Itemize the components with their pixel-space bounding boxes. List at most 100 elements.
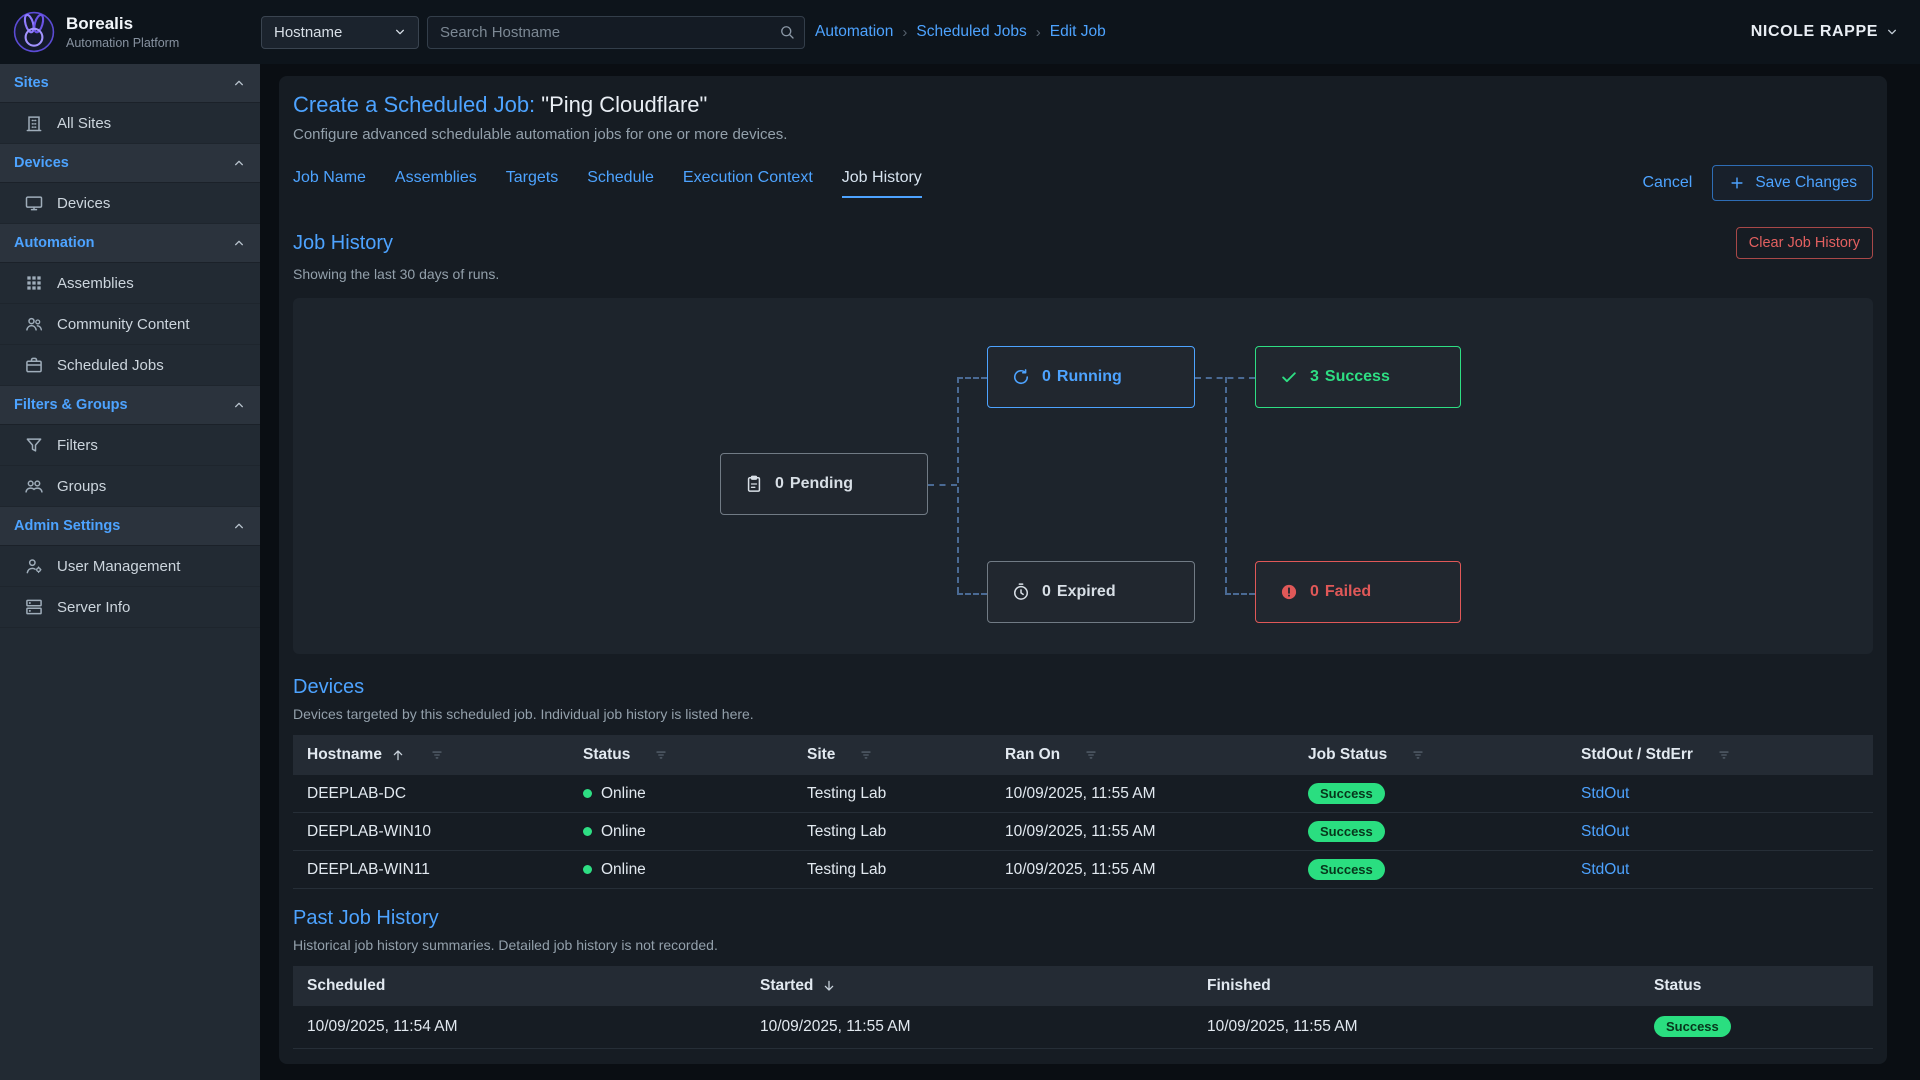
status-badge: Success [1308, 859, 1385, 880]
page-title-prefix: Create a Scheduled Job: [293, 92, 535, 117]
column-header-site[interactable]: Site [793, 735, 991, 775]
tab-job-name[interactable]: Job Name [293, 169, 366, 198]
sidebar-section-filters-groups[interactable]: Filters & Groups [0, 386, 260, 425]
column-header-status[interactable]: Status [569, 735, 793, 775]
job-flow-diagram: 0Pending 0Running 3Success 0Expired 0Fai… [293, 298, 1873, 654]
sidebar-item-server-info[interactable]: Server Info [0, 587, 260, 628]
hostname-select[interactable]: Hostname [261, 16, 419, 49]
user-name: NICOLE RAPPE [1751, 23, 1878, 41]
past-history-header-row: Past Job History [293, 907, 1873, 930]
flow-node-failed: 0Failed [1255, 561, 1461, 623]
save-changes-button[interactable]: Save Changes [1712, 165, 1873, 201]
cancel-button[interactable]: Cancel [1643, 174, 1693, 192]
sidebar-item-all-sites[interactable]: All Sites [0, 103, 260, 144]
column-label: StdOut / StdErr [1581, 746, 1693, 764]
past-history-table-header: Scheduled Started Finished Status [293, 966, 1873, 1006]
search-input[interactable] [427, 16, 805, 49]
sidebar-item-filters[interactable]: Filters [0, 425, 260, 466]
breadcrumb-link-edit-job[interactable]: Edit Job [1050, 23, 1106, 41]
sidebar-item-devices[interactable]: Devices [0, 183, 260, 224]
filter-icon[interactable] [1717, 748, 1731, 762]
sidebar-item-user-management[interactable]: User Management [0, 546, 260, 587]
column-header-status[interactable]: Status [1640, 966, 1873, 1006]
filter-icon[interactable] [1084, 748, 1098, 762]
column-header-started[interactable]: Started [746, 966, 1193, 1006]
tab-targets[interactable]: Targets [506, 169, 558, 198]
breadcrumb-link-scheduled-jobs[interactable]: Scheduled Jobs [916, 23, 1026, 41]
cell-site: Testing Lab [793, 813, 991, 851]
column-header-ran-on[interactable]: Ran On [991, 735, 1294, 775]
expired-count: 0 [1042, 583, 1051, 601]
brand-text: Borealis Automation Platform [66, 14, 179, 50]
user-menu[interactable]: NICOLE RAPPE [1751, 23, 1920, 41]
filter-icon[interactable] [859, 748, 873, 762]
tab-job-history[interactable]: Job History [842, 169, 922, 198]
sidebar-section-label: Filters & Groups [14, 397, 128, 413]
filter-icon[interactable] [654, 748, 668, 762]
status-badge: Success [1654, 1016, 1731, 1037]
cell-stdout: StdOut [1567, 775, 1873, 813]
column-header-finished[interactable]: Finished [1193, 966, 1640, 1006]
flow-connector [957, 377, 959, 593]
column-header-hostname[interactable]: Hostname [293, 735, 569, 775]
stdout-link[interactable]: StdOut [1581, 861, 1629, 878]
clear-job-history-button[interactable]: Clear Job History [1736, 227, 1873, 259]
flow-node-expired: 0Expired [987, 561, 1195, 623]
tab-schedule[interactable]: Schedule [587, 169, 654, 198]
sidebar-section-label: Automation [14, 235, 95, 251]
flow-node-pending: 0Pending [720, 453, 928, 515]
plus-icon [1728, 174, 1746, 192]
column-header-job-status[interactable]: Job Status [1294, 735, 1567, 775]
tab-execution-context[interactable]: Execution Context [683, 169, 813, 198]
filter-icon[interactable] [430, 748, 444, 762]
column-label: Finished [1207, 977, 1271, 995]
running-count: 0 [1042, 368, 1051, 386]
stdout-link[interactable]: StdOut [1581, 785, 1629, 802]
sidebar-section-admin-settings[interactable]: Admin Settings [0, 507, 260, 546]
chevron-up-icon [231, 155, 247, 171]
cell-status: Success [1640, 1006, 1873, 1048]
online-dot [583, 865, 592, 874]
cell-hostname: DEEPLAB-DC [293, 775, 569, 813]
chevron-up-icon [231, 235, 247, 251]
column-label: Scheduled [307, 977, 385, 995]
success-label: Success [1325, 368, 1390, 386]
brand: Borealis Automation Platform [0, 11, 260, 53]
cell-stdout: StdOut [1567, 851, 1873, 889]
sidebar-section-devices[interactable]: Devices [0, 144, 260, 183]
online-dot [583, 827, 592, 836]
search-icon[interactable] [778, 23, 796, 41]
tabs: Job Name Assemblies Targets Schedule Exe… [293, 169, 922, 198]
table-row: 10/09/2025, 11:54 AM 10/09/2025, 11:55 A… [293, 1006, 1873, 1048]
breadcrumb-separator: › [1036, 24, 1041, 41]
tab-assemblies[interactable]: Assemblies [395, 169, 477, 198]
devices-heading: Devices [293, 676, 364, 699]
chevron-down-icon [1884, 24, 1900, 40]
column-header-stdout[interactable]: StdOut / StdErr [1567, 735, 1873, 775]
table-row: DEEPLAB-WIN11 Online Testing Lab 10/09/2… [293, 851, 1873, 889]
stdout-link[interactable]: StdOut [1581, 823, 1629, 840]
breadcrumb-link-automation[interactable]: Automation [815, 23, 893, 41]
sidebar-section-automation[interactable]: Automation [0, 224, 260, 263]
job-history-header-row: Job History Clear Job History [293, 227, 1873, 259]
flow-connector [928, 484, 957, 486]
chevron-up-icon [231, 518, 247, 534]
column-label: Status [1654, 977, 1701, 995]
column-label: Job Status [1308, 746, 1387, 764]
cell-ran-on: 10/09/2025, 11:55 AM [991, 813, 1294, 851]
column-label: Status [583, 746, 630, 764]
sort-desc-icon[interactable] [821, 978, 837, 994]
cell-started: 10/09/2025, 11:55 AM [746, 1006, 1193, 1048]
cell-job-status: Success [1294, 813, 1567, 851]
pending-count: 0 [775, 475, 784, 493]
chevron-up-icon [231, 75, 247, 91]
sidebar-item-groups[interactable]: Groups [0, 466, 260, 507]
sidebar-item-assemblies[interactable]: Assemblies [0, 263, 260, 304]
column-label: Ran On [1005, 746, 1060, 764]
sidebar-section-sites[interactable]: Sites [0, 64, 260, 103]
sidebar-item-community-content[interactable]: Community Content [0, 304, 260, 345]
filter-icon[interactable] [1411, 748, 1425, 762]
column-header-scheduled[interactable]: Scheduled [293, 966, 746, 1006]
sort-asc-icon[interactable] [390, 747, 406, 763]
sidebar-item-scheduled-jobs[interactable]: Scheduled Jobs [0, 345, 260, 386]
